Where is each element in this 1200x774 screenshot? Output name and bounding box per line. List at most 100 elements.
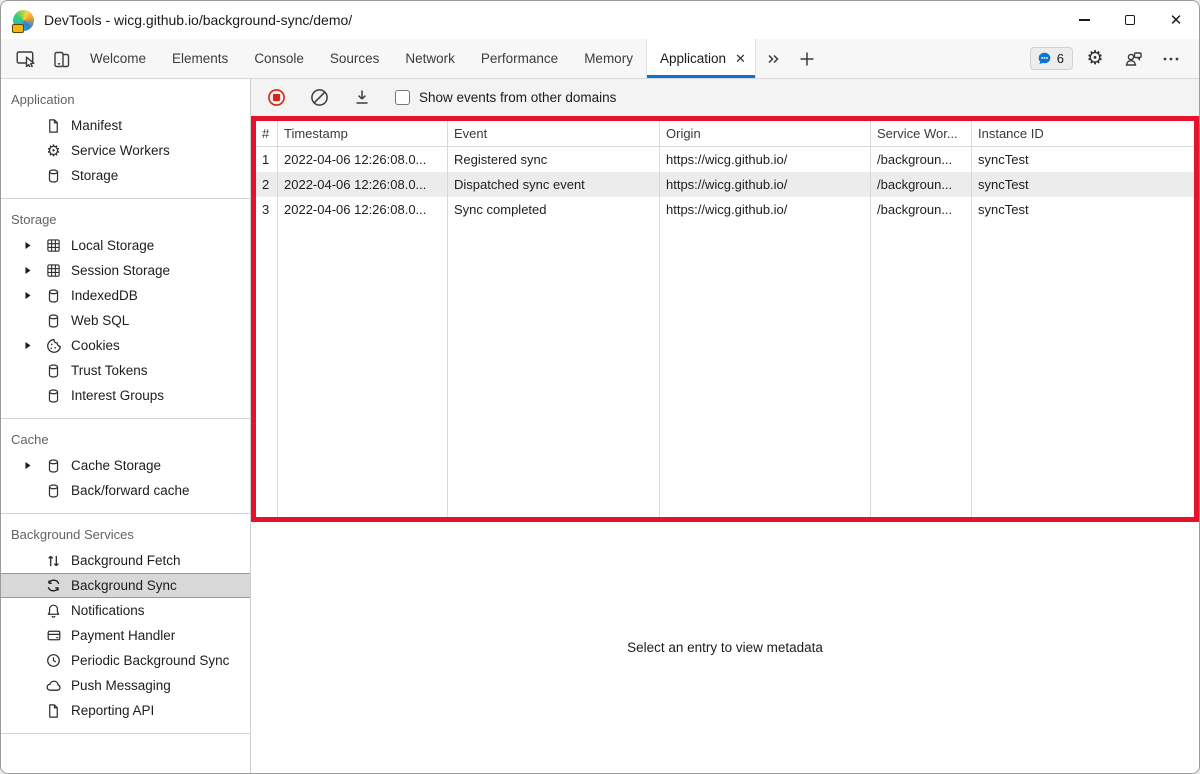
- sidebar-item-storage[interactable]: Storage: [1, 163, 250, 188]
- feedback-person-icon: [1124, 50, 1143, 68]
- tab-network[interactable]: Network: [392, 39, 468, 78]
- database-icon: [45, 362, 62, 379]
- more-options-button[interactable]: [1155, 43, 1187, 75]
- ellipsis-icon: [1162, 56, 1180, 62]
- database-icon: [45, 167, 62, 184]
- table-row[interactable]: 3 2022-04-06 12:26:08.0... Sync complete…: [256, 197, 1194, 222]
- sidebar-item-cookies[interactable]: Cookies: [1, 333, 250, 358]
- sidebar-item-background-sync[interactable]: Background Sync: [1, 573, 250, 598]
- inspect-element-button[interactable]: [9, 39, 43, 78]
- bell-icon: [45, 602, 62, 619]
- document-icon: [45, 702, 62, 719]
- save-events-button[interactable]: [353, 88, 371, 107]
- sidebar-item-interest-groups[interactable]: Interest Groups: [1, 383, 250, 408]
- sidebar-item-trust-tokens[interactable]: Trust Tokens: [1, 358, 250, 383]
- add-tool-button[interactable]: [790, 39, 824, 78]
- window-title: DevTools - wicg.github.io/background-syn…: [44, 12, 353, 28]
- empty-cell: [278, 222, 448, 517]
- tab-console[interactable]: Console: [241, 39, 317, 78]
- sync-icon: [45, 577, 62, 594]
- clock-icon: [45, 652, 62, 669]
- sidebar-item-reporting-api[interactable]: Reporting API: [1, 698, 250, 723]
- cookie-icon: [45, 337, 62, 354]
- table-row[interactable]: 2 2022-04-06 12:26:08.0... Dispatched sy…: [256, 172, 1194, 197]
- settings-button[interactable]: ⚙: [1079, 43, 1111, 75]
- close-button[interactable]: ✕: [1153, 1, 1199, 39]
- sidebar-section-background-services: Background Services Background Fetch Bac: [1, 514, 250, 734]
- sidebar-item-web-sql[interactable]: Web SQL: [1, 308, 250, 333]
- record-events-button[interactable]: [267, 88, 286, 107]
- cell-instance-id: syncTest: [978, 152, 1029, 167]
- tab-application[interactable]: Application ✕: [645, 39, 756, 78]
- tab-memory[interactable]: Memory: [571, 39, 646, 78]
- issues-counter-button[interactable]: 6: [1029, 47, 1073, 70]
- devtools-window: DevTools - wicg.github.io/background-syn…: [0, 0, 1200, 774]
- tab-sources[interactable]: Sources: [317, 39, 393, 78]
- table-header-row: # Timestamp Event Origin Service Wor... …: [256, 121, 1194, 147]
- cell-instance-id: syncTest: [972, 172, 1194, 197]
- sidebar-item-indexeddb[interactable]: IndexedDB: [1, 283, 250, 308]
- inspect-cursor-icon: [16, 50, 37, 67]
- empty-cell: [972, 222, 1194, 517]
- column-header-timestamp[interactable]: Timestamp: [278, 121, 448, 147]
- cell-instance-id: syncTest: [978, 202, 1029, 217]
- tab-performance[interactable]: Performance: [468, 39, 571, 78]
- sidebar-item-back-forward-cache[interactable]: Back/forward cache: [1, 478, 250, 503]
- show-other-domains-checkbox[interactable]: [395, 90, 410, 105]
- sidebar-item-label: Payment Handler: [71, 628, 176, 643]
- section-title: Storage: [11, 212, 57, 227]
- sidebar-item-background-fetch[interactable]: Background Fetch: [1, 548, 250, 573]
- sidebar-item-label: Reporting API: [71, 703, 155, 718]
- column-header-instance-id[interactable]: Instance ID: [972, 121, 1194, 147]
- expand-arrow-icon[interactable]: [21, 461, 35, 470]
- database-icon: [45, 387, 62, 404]
- sidebar-item-push-messaging[interactable]: Push Messaging: [1, 673, 250, 698]
- devtools-tab-bar: Welcome Elements Console Sources Network…: [1, 39, 1199, 79]
- show-other-domains-option[interactable]: Show events from other domains: [395, 90, 616, 105]
- tab-bar-right-controls: 6 ⚙: [1029, 39, 1199, 78]
- maximize-icon: [1125, 15, 1135, 25]
- column-header-number[interactable]: #: [256, 121, 278, 147]
- background-sync-panel: Show events from other domains # Timesta…: [251, 79, 1199, 773]
- clear-events-button[interactable]: [310, 88, 329, 107]
- sidebar-item-service-workers[interactable]: ⚙ Service Workers: [1, 138, 250, 163]
- up-down-arrows-icon: [45, 552, 62, 569]
- cell-number: 2: [256, 172, 278, 197]
- device-emulation-button[interactable]: [43, 39, 77, 78]
- sidebar-item-notifications[interactable]: Notifications: [1, 598, 250, 623]
- events-table: # Timestamp Event Origin Service Wor... …: [251, 116, 1199, 522]
- issues-chat-icon: [1037, 51, 1052, 66]
- tab-elements[interactable]: Elements: [159, 39, 241, 78]
- expand-arrow-icon[interactable]: [21, 266, 35, 275]
- sidebar-item-cache-storage[interactable]: Cache Storage: [1, 453, 250, 478]
- sidebar-item-manifest[interactable]: Manifest: [1, 113, 250, 138]
- cell-origin: https://wicg.github.io/: [660, 197, 871, 222]
- column-header-service-worker[interactable]: Service Wor...: [871, 121, 972, 147]
- title-bar: DevTools - wicg.github.io/background-syn…: [1, 1, 1199, 39]
- minimize-button[interactable]: [1061, 1, 1107, 39]
- more-tabs-button[interactable]: [756, 39, 790, 78]
- sidebar-item-payment-handler[interactable]: Payment Handler: [1, 623, 250, 648]
- table-empty-area: [256, 222, 1194, 517]
- sidebar-item-session-storage[interactable]: Session Storage: [1, 258, 250, 283]
- expand-arrow-icon[interactable]: [21, 241, 35, 250]
- column-header-event[interactable]: Event: [448, 121, 660, 147]
- expand-arrow-icon[interactable]: [21, 341, 35, 350]
- column-header-origin[interactable]: Origin: [660, 121, 871, 147]
- sidebar-item-local-storage[interactable]: Local Storage: [1, 233, 250, 258]
- cell-service-worker: /backgroun...: [871, 197, 972, 222]
- sidebar-item-label: Web SQL: [71, 313, 130, 328]
- expand-arrow-icon[interactable]: [21, 291, 35, 300]
- sidebar-item-periodic-background-sync[interactable]: Periodic Background Sync: [1, 648, 250, 673]
- tab-welcome[interactable]: Welcome: [77, 39, 159, 78]
- feedback-button[interactable]: [1117, 43, 1149, 75]
- sidebar-item-label: Background Fetch: [71, 553, 181, 568]
- sidebar-section-storage: Storage Local Storage Session Storage In…: [1, 199, 250, 419]
- sidebar-item-label: Cookies: [71, 338, 120, 353]
- maximize-button[interactable]: [1107, 1, 1153, 39]
- sidebar-section-cache: Cache Cache Storage Back/forward cache: [1, 419, 250, 514]
- close-tab-icon[interactable]: ✕: [735, 51, 746, 67]
- cell-origin: https://wicg.github.io/: [660, 147, 871, 172]
- table-row[interactable]: 1 2022-04-06 12:26:08.0... Registered sy…: [256, 147, 1194, 172]
- section-title: Cache: [11, 432, 49, 447]
